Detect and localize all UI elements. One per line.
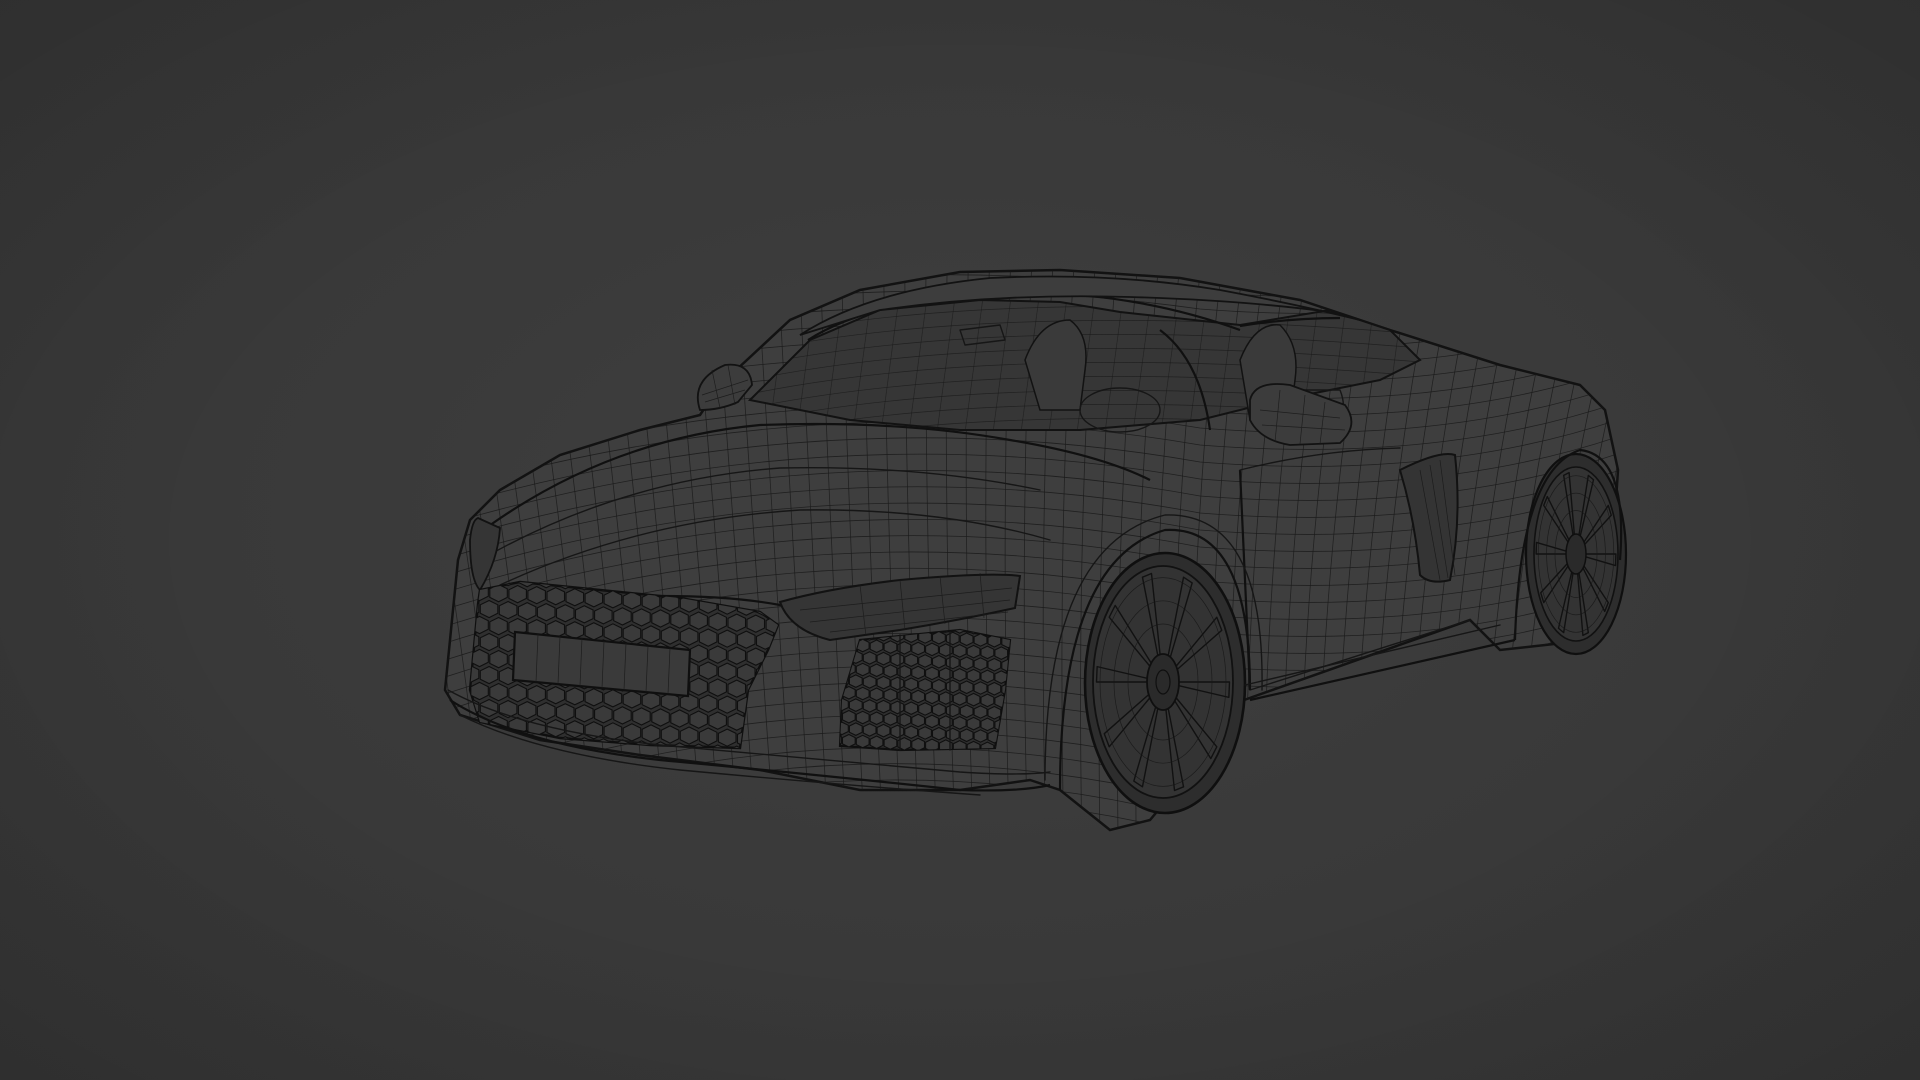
3d-viewport[interactable]	[0, 0, 1920, 1080]
front-wheel	[1083, 551, 1247, 815]
rear-wheel	[1524, 452, 1628, 656]
car-wireframe-model[interactable]	[0, 0, 1920, 1080]
